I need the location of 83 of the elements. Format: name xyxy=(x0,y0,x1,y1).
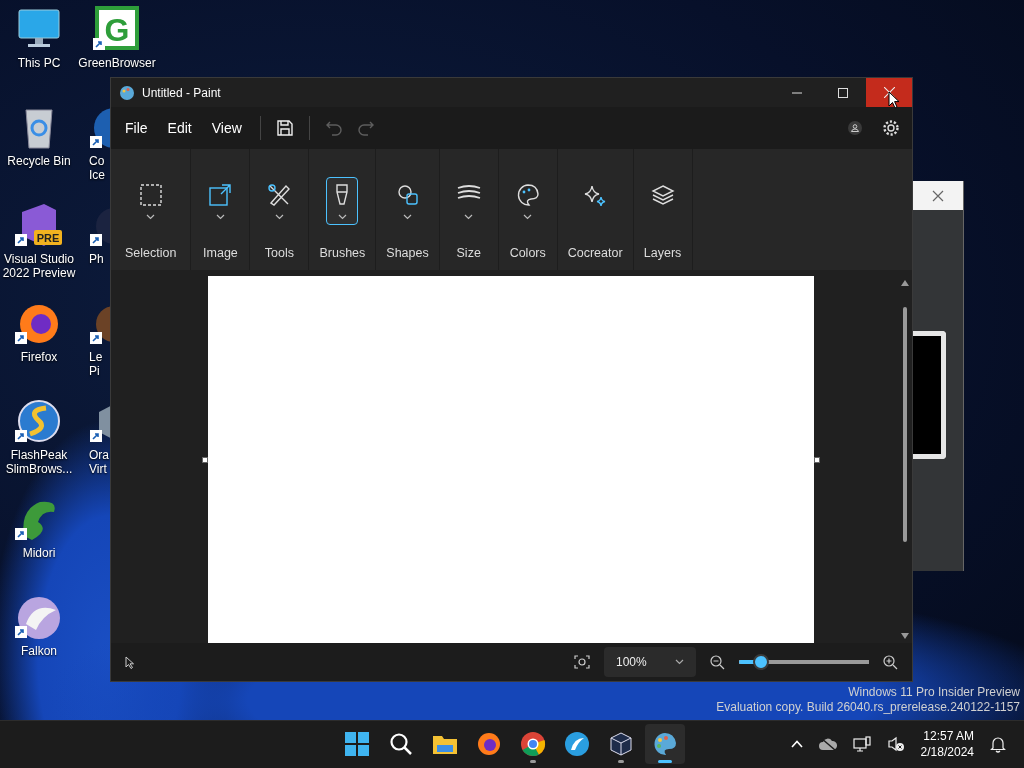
notification-bell-icon[interactable] xyxy=(990,735,1006,753)
close-icon xyxy=(883,87,895,98)
network-icon[interactable] xyxy=(852,736,871,752)
layers-tool-icon xyxy=(649,182,676,208)
volume-muted-icon[interactable] xyxy=(886,736,905,752)
menu-item[interactable]: View xyxy=(201,114,252,142)
shortcut-label: Ice xyxy=(89,168,105,182)
chrome-app-icon xyxy=(520,731,546,757)
ribbon-label: Tools xyxy=(264,246,295,260)
shortcut-label: Ora xyxy=(89,448,109,462)
zoom-in-icon[interactable] xyxy=(883,654,898,670)
account-button[interactable] xyxy=(848,121,862,135)
ribbon-tool-button[interactable] xyxy=(326,177,359,225)
chevron-down-icon xyxy=(215,214,225,220)
shortcut-label: Pi xyxy=(89,364,100,378)
palette-icon xyxy=(119,84,135,101)
resize-handle[interactable] xyxy=(814,456,820,463)
zoom-slider-thumb[interactable] xyxy=(753,654,770,670)
zoom-dropdown[interactable]: 100% xyxy=(604,647,696,677)
selection-tool-icon xyxy=(137,182,164,208)
chevron-down-icon xyxy=(464,214,474,220)
clock-date: 2/18/2024 xyxy=(920,744,974,760)
shortcut-label: SlimBrows... xyxy=(5,462,73,476)
shortcut-label: Virt xyxy=(89,462,107,476)
shortcut-label: Firefox xyxy=(20,350,58,364)
ribbon-label: Brushes xyxy=(319,246,366,260)
shortcut-label: Midori xyxy=(22,546,56,560)
chevron-down-icon xyxy=(523,214,533,220)
shortcut-label: Falkon xyxy=(21,644,57,658)
evaluation-watermark-text: Evaluation copy. Build 26040.rs_prerelease.240122-1157 xyxy=(716,700,1020,715)
scroll-up-icon[interactable] xyxy=(901,280,909,286)
scrollbar-thumb[interactable] xyxy=(903,307,907,542)
ribbon-label: Cocreator xyxy=(567,246,623,260)
fit-to-window-icon[interactable] xyxy=(574,655,590,669)
cloud-off-icon[interactable] xyxy=(818,737,837,751)
settings-icon xyxy=(882,119,900,137)
shortcut-label: This PC xyxy=(17,56,61,70)
close-button[interactable] xyxy=(866,78,912,107)
shortcut-label: 2022 Preview xyxy=(2,266,76,280)
taskbar-app-button[interactable] xyxy=(645,724,685,764)
start-app-icon xyxy=(344,731,370,757)
mouse-cursor-icon xyxy=(888,91,900,109)
ribbon-label: Size xyxy=(456,246,481,260)
birddisc-app-icon xyxy=(564,731,590,757)
chevron-down-icon xyxy=(403,214,412,220)
shortcut-label: Recycle Bin xyxy=(7,154,71,168)
maximize-icon xyxy=(838,87,848,98)
image-tool-icon xyxy=(207,182,234,208)
shortcut-label: Visual Studio xyxy=(4,252,74,266)
shortcut-label: FlashPeak xyxy=(10,448,68,462)
shortcut-label: Le xyxy=(89,350,103,364)
evaluation-watermark-text: Windows 11 Pro Insider Preview xyxy=(848,685,1020,700)
ribbon-label: Selection xyxy=(125,246,177,260)
search-app-icon xyxy=(388,731,414,757)
chevron-up-icon[interactable] xyxy=(790,740,803,748)
shortcut-label: GreenBrowser xyxy=(78,56,156,70)
palette-app-icon xyxy=(652,731,678,757)
close-icon[interactable] xyxy=(932,189,944,202)
chevron-down-icon xyxy=(274,214,284,220)
menu-item[interactable]: Edit xyxy=(157,114,202,142)
foxglobe-app-icon xyxy=(476,731,502,757)
chevron-down-icon xyxy=(337,214,347,220)
shortcut-label: Co xyxy=(89,154,105,168)
chevron-down-icon xyxy=(675,659,684,665)
scroll-down-icon[interactable] xyxy=(901,633,909,639)
person-icon xyxy=(851,124,859,132)
menu-item[interactable]: File xyxy=(115,114,158,142)
save-icon xyxy=(275,119,294,137)
zoom-out-icon[interactable] xyxy=(710,654,725,670)
chevron-down-icon xyxy=(146,214,156,220)
box-app-icon xyxy=(608,731,634,757)
settings-button[interactable] xyxy=(880,117,902,139)
ribbon-label: Shapes xyxy=(386,246,429,260)
clock-time: 12:57 AM xyxy=(923,728,974,744)
ribbon-label: Image xyxy=(203,246,238,260)
undo-icon xyxy=(324,119,343,137)
resize-handle[interactable] xyxy=(202,456,208,463)
ribbon-label: Colors xyxy=(509,246,546,260)
redo-icon xyxy=(356,119,375,137)
shortcut-label: Ph xyxy=(89,252,104,266)
ribbon-label: Layers xyxy=(643,246,682,260)
window-title: Untitled - Paint xyxy=(142,85,221,100)
pointer-icon xyxy=(125,655,135,669)
